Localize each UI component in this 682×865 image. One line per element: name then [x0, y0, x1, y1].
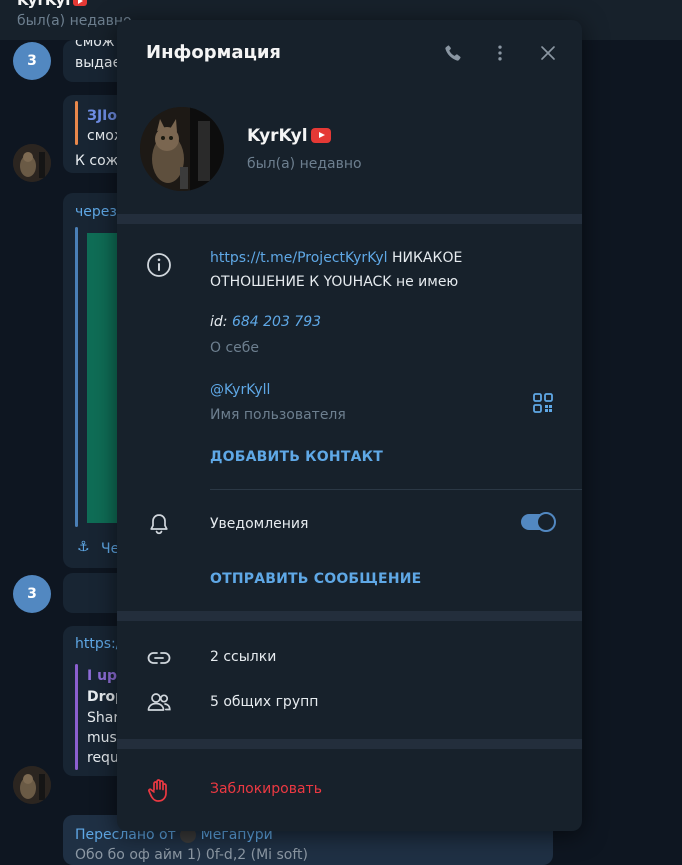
- quote-bar: [75, 664, 78, 770]
- section-divider: [117, 739, 582, 749]
- notifications-toggle[interactable]: [521, 512, 556, 532]
- bio-link[interactable]: https://t.me/ProjectKyrKyl: [210, 250, 388, 266]
- section-divider: [117, 214, 582, 224]
- avatar[interactable]: [13, 766, 51, 804]
- avatar[interactable]: 3: [13, 575, 51, 613]
- profile-avatar[interactable]: [140, 107, 224, 191]
- message-link[interactable]: https:/: [75, 636, 120, 652]
- username-label: Имя пользователя: [210, 407, 346, 423]
- quote-text: requ: [87, 750, 119, 766]
- username[interactable]: @KyrKyll: [210, 382, 270, 398]
- reply-bar: [75, 101, 78, 145]
- chat-status: был(а) недавно: [17, 13, 132, 29]
- info-icon: [145, 251, 173, 279]
- anchor-icon: ⚓: [77, 539, 90, 555]
- user-info-panel: Информация KyrKyl был(а) недавно https:/…: [117, 20, 582, 831]
- notifications-label: Уведомления: [210, 516, 309, 532]
- users-icon: [145, 688, 173, 716]
- chat-title: KyrKyl: [17, 0, 88, 9]
- link-icon: [145, 644, 173, 672]
- youtube-icon: [311, 128, 331, 143]
- youtube-icon: [73, 0, 88, 6]
- avatar[interactable]: [13, 144, 51, 182]
- about-label: О себе: [210, 340, 260, 356]
- more-vertical-icon[interactable]: [487, 40, 513, 66]
- panel-title: Информация: [146, 42, 281, 63]
- profile-status: был(а) недавно: [247, 156, 362, 172]
- profile-bio: https://t.me/ProjectKyrKyl НИКАКОЕ ОТНОШ…: [210, 246, 510, 294]
- quote-bar: [75, 227, 78, 527]
- message-link[interactable]: через: [75, 204, 117, 220]
- user-id[interactable]: id: 684 203 793: [210, 314, 321, 330]
- add-contact-button[interactable]: ДОБАВИТЬ КОНТАКТ: [210, 449, 383, 465]
- block-user-button[interactable]: Заблокировать: [210, 781, 322, 797]
- message-text: Обо бо оф айм 1) 0f-d,2 (Мi soft): [75, 847, 309, 863]
- hand-block-icon: [145, 776, 173, 804]
- qr-code-icon[interactable]: [533, 393, 553, 413]
- close-icon[interactable]: [535, 40, 561, 66]
- profile-name: KyrKyl: [247, 126, 308, 146]
- phone-icon[interactable]: [440, 40, 466, 66]
- message-text: К сож: [75, 153, 119, 169]
- message-text: смож: [75, 40, 115, 50]
- quote-text: Shar: [87, 710, 120, 726]
- section-divider: [210, 489, 582, 490]
- links-count[interactable]: 2 ссылки: [210, 649, 276, 665]
- send-message-button[interactable]: ОТПРАВИТЬ СООБЩЕНИЕ: [210, 571, 421, 587]
- message-text: выдае: [75, 55, 122, 71]
- toggle-knob: [536, 512, 556, 532]
- avatar[interactable]: 3: [13, 42, 51, 80]
- section-divider: [117, 611, 582, 621]
- quote-text: mus: [87, 730, 117, 746]
- bell-icon: [145, 510, 173, 538]
- common-groups-count[interactable]: 5 общих групп: [210, 694, 318, 710]
